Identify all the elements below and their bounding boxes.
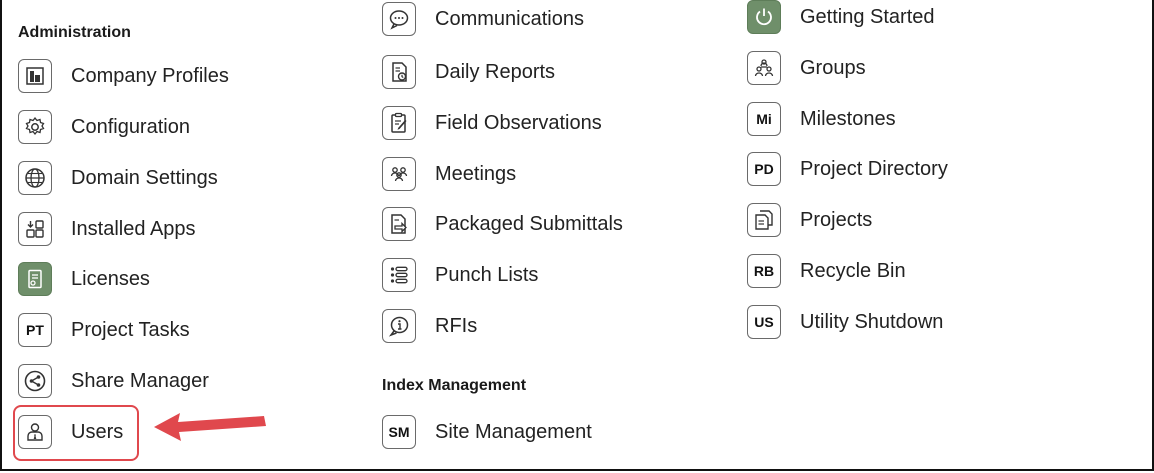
menu-item-label: Packaged Submittals xyxy=(435,212,623,235)
clipboard-pen-icon xyxy=(382,106,416,140)
info-bubble-icon xyxy=(382,309,416,343)
pd-icon: PD xyxy=(747,152,781,186)
menu-item-label: Groups xyxy=(800,56,866,79)
gear-icon xyxy=(18,110,52,144)
menu-item-label: Domain Settings xyxy=(71,166,218,189)
menu-item-licenses[interactable]: Licenses xyxy=(18,260,150,298)
menu-panel: Administration Company Profiles Configur… xyxy=(0,0,1154,471)
menu-item-label: RFIs xyxy=(435,314,478,337)
mi-icon: Mi xyxy=(747,102,781,136)
menu-item-label: Milestones xyxy=(800,107,896,130)
building-icon xyxy=(18,59,52,93)
rb-icon: RB xyxy=(747,254,781,288)
menu-item-daily-reports[interactable]: Daily Reports xyxy=(382,53,555,91)
sm-icon: SM xyxy=(382,415,416,449)
menu-item-label: Users xyxy=(71,420,124,443)
chat-icon xyxy=(382,2,416,36)
menu-item-label: Projects xyxy=(800,208,873,231)
menu-item-label: Licenses xyxy=(71,267,150,290)
power-icon xyxy=(747,0,781,34)
menu-item-site-management[interactable]: SM Site Management xyxy=(382,413,592,451)
menu-item-field-observations[interactable]: Field Observations xyxy=(382,104,602,142)
menu-item-packaged-submittals[interactable]: Packaged Submittals xyxy=(382,205,623,243)
license-icon xyxy=(18,262,52,296)
menu-item-project-directory[interactable]: PD Project Directory xyxy=(747,150,948,188)
globe-icon xyxy=(18,161,52,195)
section-administration: Administration xyxy=(18,24,131,41)
menu-item-configuration[interactable]: Configuration xyxy=(18,108,190,146)
menu-item-installed-apps[interactable]: Installed Apps xyxy=(18,210,196,248)
menu-item-label: Project Directory xyxy=(800,157,948,180)
menu-item-users[interactable]: Users xyxy=(18,413,123,451)
menu-item-label: Communications xyxy=(435,7,584,30)
section-index-management: Index Management xyxy=(382,377,527,394)
menu-item-recycle-bin[interactable]: RB Recycle Bin xyxy=(747,252,906,290)
menu-item-label: Daily Reports xyxy=(435,60,556,83)
menu-item-meetings[interactable]: Meetings xyxy=(382,155,516,193)
projects-icon xyxy=(747,203,781,237)
menu-item-project-tasks[interactable]: PT Project Tasks xyxy=(18,311,190,349)
daily-report-icon xyxy=(382,55,416,89)
menu-item-punch-lists[interactable]: Punch Lists xyxy=(382,256,538,294)
menu-item-milestones[interactable]: Mi Milestones xyxy=(747,100,896,138)
menu-item-label: Getting Started xyxy=(800,5,935,28)
menu-item-rfis[interactable]: RFIs xyxy=(382,307,477,345)
menu-item-label: Recycle Bin xyxy=(800,259,906,282)
menu-item-label: Configuration xyxy=(71,115,190,138)
menu-item-projects[interactable]: Projects xyxy=(747,201,872,239)
menu-item-share-manager[interactable]: Share Manager xyxy=(18,362,209,400)
menu-item-groups[interactable]: Groups xyxy=(747,49,866,87)
menu-item-label: Utility Shutdown xyxy=(800,310,944,333)
list-icon xyxy=(382,258,416,292)
groups-icon xyxy=(747,51,781,85)
menu-item-utility-shutdown[interactable]: US Utility Shutdown xyxy=(747,303,943,341)
menu-item-label: Meetings xyxy=(435,162,517,185)
submittal-icon xyxy=(382,207,416,241)
menu-item-domain-settings[interactable]: Domain Settings xyxy=(18,159,218,197)
menu-item-getting-started[interactable]: Getting Started xyxy=(747,0,935,36)
menu-item-communications[interactable]: Communications xyxy=(382,0,584,38)
menu-item-company-profiles[interactable]: Company Profiles xyxy=(18,57,229,95)
menu-item-label: Punch Lists xyxy=(435,263,539,286)
apps-icon xyxy=(18,212,52,246)
menu-item-label: Field Observations xyxy=(435,111,602,134)
share-icon xyxy=(18,364,52,398)
us-icon: US xyxy=(747,305,781,339)
callout-arrow xyxy=(154,413,266,441)
user-icon xyxy=(18,415,52,449)
people-group-icon xyxy=(382,157,416,191)
menu-item-label: Company Profiles xyxy=(71,64,229,87)
pt-icon: PT xyxy=(18,313,52,347)
menu-item-label: Share Manager xyxy=(71,369,209,392)
menu-item-label: Site Management xyxy=(435,420,592,443)
menu-item-label: Installed Apps xyxy=(71,217,196,240)
menu-item-label: Project Tasks xyxy=(71,318,190,341)
